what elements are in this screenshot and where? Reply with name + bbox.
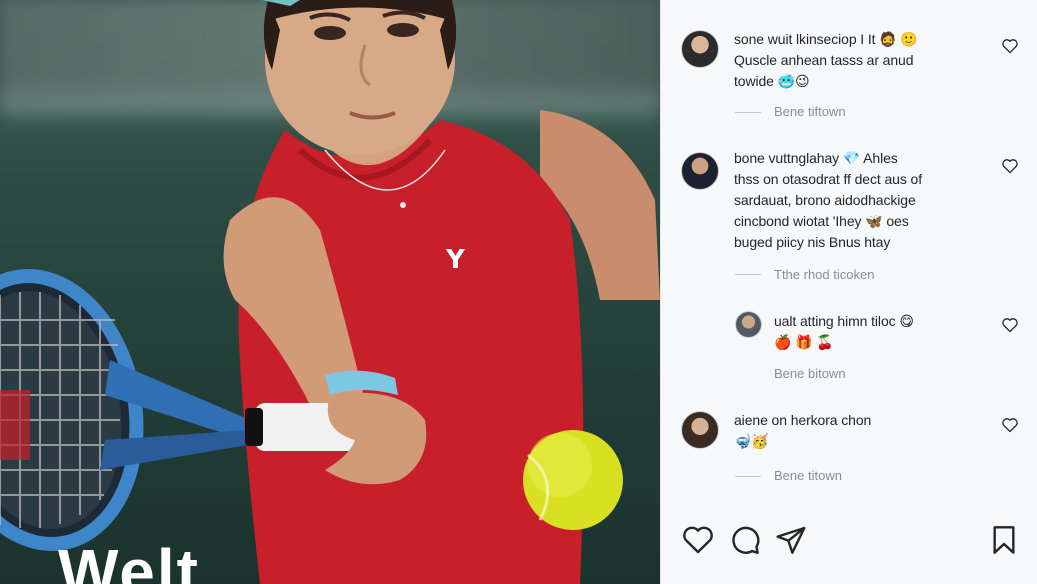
photo-overlay-text: Welt — [58, 536, 200, 584]
bookmark-icon[interactable] — [988, 524, 1020, 556]
reply-link[interactable]: Bene titown — [774, 468, 842, 484]
reply-link[interactable]: Bene tiftown — [774, 104, 846, 120]
comment-icon[interactable] — [729, 524, 761, 556]
comments-panel: sone wuit lkinseciop I It 🧔 🙂 Quscle anh… — [660, 0, 1037, 584]
comment-text: sone wuit lkinseciop I It 🧔 🙂 Quscle anh… — [734, 31, 918, 89]
avatar[interactable] — [681, 411, 719, 449]
heart-icon[interactable] — [1001, 417, 1019, 433]
comment-text: bone vuttnglahay 💎 Ahles thss on otasodr… — [734, 150, 922, 250]
heart-icon[interactable] — [1001, 38, 1019, 54]
avatar[interactable] — [681, 30, 719, 68]
tennis-ball — [523, 430, 623, 530]
post-photo[interactable]: Y Welt — [0, 0, 660, 584]
reply-link[interactable]: Bene bitown — [774, 366, 846, 382]
reply-link[interactable]: Tthe rhod ticoken — [774, 267, 874, 283]
heart-icon[interactable] — [1001, 158, 1019, 174]
avatar[interactable] — [681, 152, 719, 190]
action-bar — [661, 516, 1037, 564]
comment-text: aiene on herkora chon 🤿🥳 — [734, 412, 872, 449]
avatar[interactable] — [735, 311, 762, 338]
reply-divider — [735, 274, 761, 275]
reply-divider — [735, 476, 761, 477]
tennis-racket — [0, 269, 250, 551]
heart-icon[interactable] — [1001, 317, 1019, 333]
reply-divider — [735, 112, 761, 113]
heart-icon[interactable] — [682, 524, 714, 556]
tennis-player-illustration: Y — [0, 0, 660, 584]
post-container: Y Welt sone wuit lkinseciop I It 🧔 🙂 Qus… — [0, 0, 1037, 584]
share-icon[interactable] — [775, 524, 807, 556]
svg-text:Y: Y — [445, 245, 466, 275]
comment-text: ualt atting himn tiloc 😋 🍎 🎁 🍒 — [774, 313, 914, 350]
